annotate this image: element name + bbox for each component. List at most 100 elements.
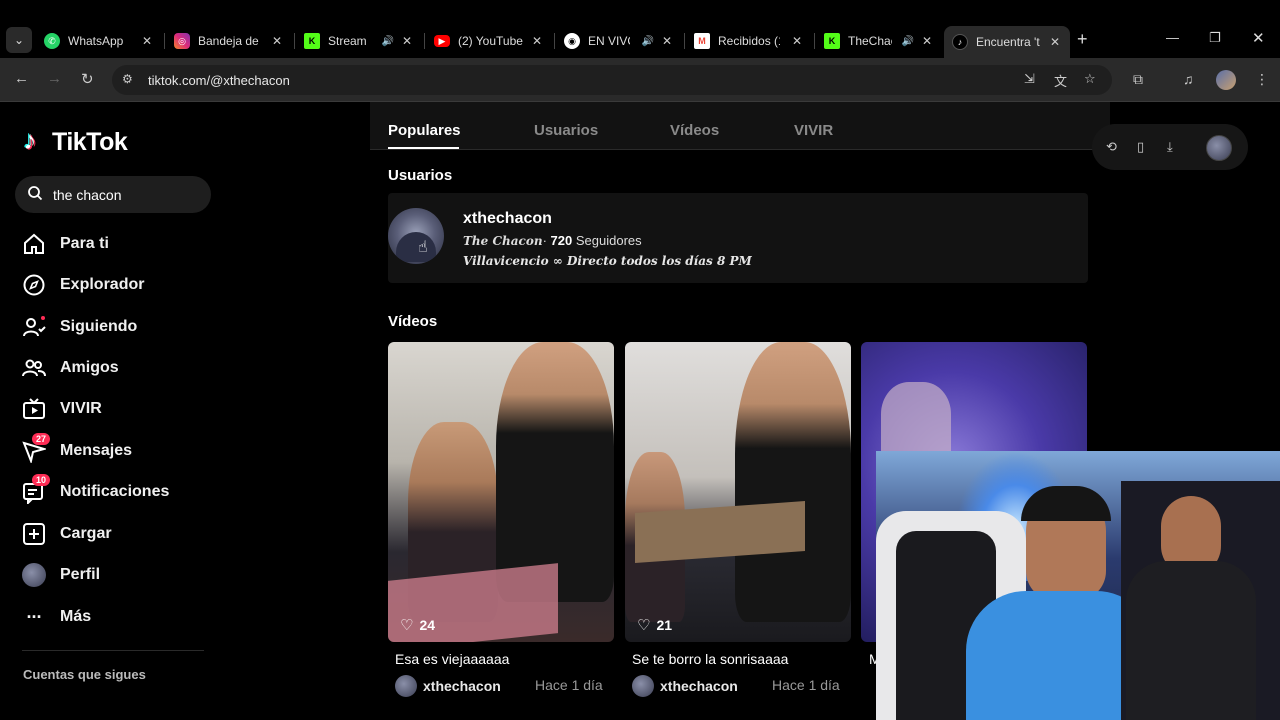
nav-notificaciones[interactable]: 10 Notificaciones	[22, 474, 169, 507]
restore-button[interactable]: ❐	[1209, 30, 1221, 46]
tiktok-logo[interactable]: ♪ ♪ ♪ TikTok	[22, 123, 128, 157]
webcam-overlay	[876, 451, 1280, 720]
close-icon[interactable]: ✕	[792, 34, 802, 48]
minimize-button[interactable]: —	[1166, 30, 1179, 45]
close-icon[interactable]: ✕	[142, 34, 152, 48]
nav-vivir[interactable]: VIVIR	[22, 394, 102, 424]
followers-count: 720	[550, 233, 573, 248]
translate-icon[interactable]: 文	[1054, 71, 1067, 90]
nav-cargar[interactable]: Cargar	[22, 519, 112, 549]
nav-amigos[interactable]: Amigos	[22, 353, 119, 383]
live-icon: ◉	[564, 33, 580, 49]
user-result-avatar[interactable]	[388, 208, 444, 264]
tiktok-logo-icon: ♪ ♪ ♪	[22, 123, 38, 156]
forward-icon[interactable]: →	[47, 70, 62, 87]
close-icon[interactable]: ✕	[532, 34, 542, 48]
search-input[interactable]	[53, 176, 203, 213]
nav-mensajes[interactable]: 27 Mensajes	[22, 433, 132, 466]
messages-badge: 27	[32, 433, 51, 445]
heart-icon: ♡	[637, 617, 651, 634]
nav-siguiendo[interactable]: Siguiendo	[22, 312, 137, 342]
search-icon	[28, 186, 43, 201]
user-result-username[interactable]: xthechacon	[463, 210, 552, 228]
user-result-bio: Villavicencio ∞ Directo todos los días 8…	[463, 254, 752, 268]
search-box[interactable]	[15, 176, 211, 213]
tab-whatsapp[interactable]: ✆ WhatsApp ✕	[36, 26, 162, 56]
nav-mas[interactable]: ··· Más	[22, 602, 92, 632]
video-1-time: Hace 1 día	[535, 677, 603, 693]
heart-icon: ♡	[400, 617, 414, 634]
video-2-author[interactable]: xthechacon	[632, 675, 738, 697]
address-bar[interactable]: ⚙ tiktok.com/@xthechacon ⇲ 文 ☆	[112, 65, 1112, 95]
compass-icon	[23, 274, 45, 296]
user-display-name: The Chacon	[463, 234, 543, 248]
following-icon	[23, 316, 46, 337]
tab-instagram[interactable]: ◎ Bandeja de e ✕	[166, 26, 292, 56]
following-accounts-heading: Cuentas que sigues	[23, 667, 146, 682]
tab-search-button[interactable]: ⌄	[6, 27, 32, 53]
video-thumbnail-2[interactable]: ♡ 21	[625, 342, 851, 642]
tab-populares[interactable]: Populares	[388, 122, 461, 139]
browser-toolbar: ← → ↻ ⚙ tiktok.com/@xthechacon ⇲ 文 ☆ ⧉ ♫…	[0, 58, 1280, 102]
speaker-icon[interactable]: 🔊	[382, 36, 394, 47]
device-icon[interactable]: ▯	[1137, 139, 1144, 155]
user-result-meta: The Chacon· 720 Seguidores	[463, 233, 642, 248]
menu-dots-icon[interactable]: ⋮	[1255, 71, 1269, 88]
close-window-button[interactable]: ✕	[1252, 29, 1265, 47]
tab-videos[interactable]: Vídeos	[670, 122, 719, 139]
author-avatar	[395, 675, 417, 697]
tab-usuarios[interactable]: Usuarios	[534, 122, 598, 139]
install-app-icon[interactable]: ⇲	[1024, 71, 1035, 87]
tab-kick-thechacon[interactable]: K TheChac 🔊 ✕	[816, 26, 942, 56]
video-2-time: Hace 1 día	[772, 677, 840, 693]
nav-perfil[interactable]: Perfil	[22, 560, 100, 590]
download-icon[interactable]: ⤓	[1167, 139, 1173, 155]
site-info-icon[interactable]: ⚙	[122, 72, 133, 86]
reload-icon[interactable]: ↻	[81, 70, 94, 88]
close-icon[interactable]: ✕	[272, 34, 282, 48]
youtube-icon: ▶	[434, 35, 450, 47]
video-1-author[interactable]: xthechacon	[395, 675, 501, 697]
kick-icon: K	[824, 33, 840, 49]
user-avatar[interactable]	[1206, 135, 1232, 161]
bookmark-star-icon[interactable]: ☆	[1084, 71, 1096, 87]
tiktok-icon: ♪	[952, 34, 968, 50]
notifications-badge: 10	[32, 474, 51, 486]
browser-profile-avatar[interactable]	[1216, 70, 1236, 90]
speaker-icon[interactable]: 🔊	[642, 36, 654, 47]
nav-explorador[interactable]: Explorador	[22, 270, 144, 300]
back-icon[interactable]: ←	[14, 70, 29, 87]
coins-icon[interactable]: ⟲	[1106, 139, 1117, 155]
author-avatar	[632, 675, 654, 697]
search-tabs: Populares Usuarios Vídeos VIVIR	[370, 102, 1110, 150]
extensions-icon[interactable]: ⧉	[1133, 71, 1143, 88]
upload-icon	[23, 523, 45, 545]
live-tv-icon	[23, 398, 45, 419]
whatsapp-icon: ✆	[44, 33, 60, 49]
tab-kick-stream[interactable]: K Stream - 🔊 ✕	[296, 26, 422, 56]
new-tab-button[interactable]: +	[1077, 29, 1088, 50]
video-1-likes: ♡ 24	[400, 617, 436, 634]
nav-para-ti[interactable]: Para ti	[22, 229, 109, 259]
close-icon[interactable]: ✕	[662, 34, 672, 48]
video-1-caption[interactable]: Esa es viejaaaaaa	[395, 651, 610, 667]
tab-gmail[interactable]: M Recibidos (1 ✕	[686, 26, 812, 56]
tab-vivir[interactable]: VIVIR	[794, 122, 833, 139]
tiktok-sidebar: ♪ ♪ ♪ TikTok Para ti Explorador Siguiend…	[0, 102, 240, 720]
media-controls-icon[interactable]: ♫	[1183, 71, 1194, 87]
home-icon	[24, 233, 44, 254]
tab-tiktok-active[interactable]: ♪ Encuentra 'ti ✕	[944, 26, 1070, 58]
speaker-icon[interactable]: 🔊	[902, 36, 914, 47]
tab-en-vivo[interactable]: ◉ EN VIVO 🔊 ✕	[556, 26, 682, 56]
kick-icon: K	[304, 33, 320, 49]
user-result-card[interactable]: xthechacon The Chacon· 720 Seguidores Vi…	[388, 193, 1088, 283]
close-icon[interactable]: ✕	[1050, 35, 1060, 49]
followers-label: Seguidores	[575, 233, 642, 248]
video-thumbnail-1[interactable]: ♡ 24	[388, 342, 614, 642]
close-icon[interactable]: ✕	[922, 34, 932, 48]
video-2-caption[interactable]: Se te borro la sonrisaaaa	[632, 651, 847, 667]
tab-youtube[interactable]: ▶ (2) YouTube ✕	[426, 26, 552, 56]
close-icon[interactable]: ✕	[402, 34, 412, 48]
profile-icon	[22, 563, 46, 587]
url-text: tiktok.com/@xthechacon	[148, 73, 290, 88]
